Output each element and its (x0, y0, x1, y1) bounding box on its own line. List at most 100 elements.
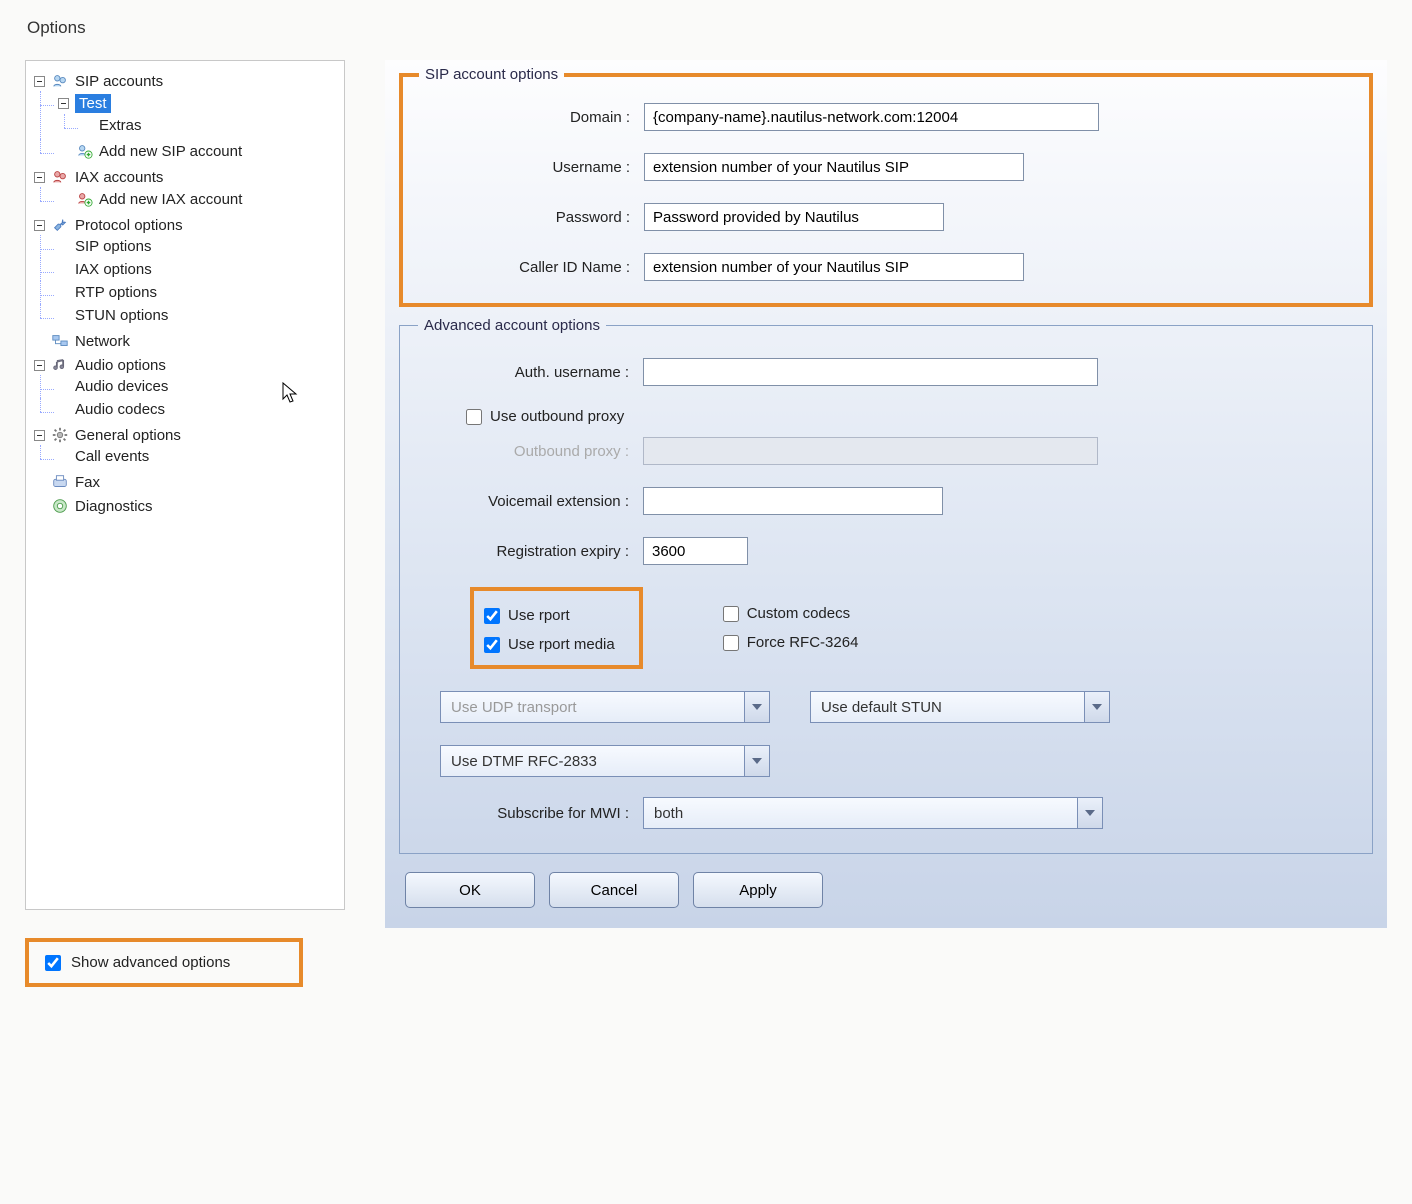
show-advanced-box: Show advanced options (25, 938, 303, 987)
tree-iax-options[interactable]: IAX options (56, 260, 338, 279)
tree-network[interactable]: Network (32, 331, 338, 351)
tree-label: General options (75, 427, 181, 444)
tree-label: Network (75, 333, 130, 350)
tree-add-sip[interactable]: Add new SIP account (56, 141, 338, 161)
tree-label: Add new IAX account (99, 191, 242, 208)
fax-icon (51, 473, 69, 491)
tree-protocol-options[interactable]: Protocol options (32, 215, 338, 235)
tree-sip-options[interactable]: SIP options (56, 237, 338, 256)
network-icon (51, 332, 69, 350)
use-outbound-proxy-checkbox[interactable] (466, 409, 482, 425)
use-rport-media-checkbox[interactable] (484, 637, 500, 653)
custom-codecs-checkbox[interactable] (723, 606, 739, 622)
collapse-icon[interactable] (58, 98, 69, 109)
tree-diagnostics[interactable]: Diagnostics (32, 496, 338, 516)
gear-icon (51, 426, 69, 444)
tree-general-options[interactable]: General options (32, 425, 338, 445)
dtmf-select-value: Use DTMF RFC-2833 (440, 745, 770, 777)
tree-label: Call events (75, 448, 149, 465)
sip-account-options-box: SIP account options Domain : Username : … (399, 66, 1373, 307)
outbound-proxy-label: Outbound proxy : (418, 443, 643, 460)
tree-test[interactable]: Test (56, 93, 338, 114)
tree-fax[interactable]: Fax (32, 472, 338, 492)
tree-label: RTP options (75, 284, 157, 301)
subscribe-mwi-value: both (643, 797, 1103, 829)
password-input[interactable] (644, 203, 944, 231)
collapse-icon[interactable] (34, 76, 45, 87)
force-rfc-checkbox[interactable] (723, 635, 739, 651)
tree-label: Audio codecs (75, 401, 165, 418)
collapse-icon[interactable] (34, 430, 45, 441)
nav-tree-panel: SIP accounts Test (25, 60, 345, 910)
chevron-down-icon[interactable] (1084, 691, 1110, 723)
use-rport-label: Use rport (508, 607, 570, 624)
domain-input[interactable] (644, 103, 1099, 131)
tree-label: SIP accounts (75, 73, 163, 90)
chevron-down-icon[interactable] (744, 691, 770, 723)
transport-select[interactable]: Use UDP transport (440, 691, 770, 723)
ok-button[interactable]: OK (405, 872, 535, 908)
use-rport-checkbox[interactable] (484, 608, 500, 624)
chevron-down-icon[interactable] (1077, 797, 1103, 829)
tree-rtp-options[interactable]: RTP options (56, 283, 338, 302)
tree-audio-options[interactable]: Audio options (32, 355, 338, 375)
callerid-input[interactable] (644, 253, 1024, 281)
show-advanced-checkbox[interactable] (45, 955, 61, 971)
collapse-icon[interactable] (34, 360, 45, 371)
users-icon (51, 72, 69, 90)
callerid-label: Caller ID Name : (419, 259, 644, 276)
collapse-icon[interactable] (34, 220, 45, 231)
tree-label: Audio devices (75, 378, 168, 395)
tree-stun-options[interactable]: STUN options (56, 306, 338, 325)
collapse-icon[interactable] (34, 172, 45, 183)
tree-label-selected: Test (75, 94, 111, 113)
subscribe-mwi-select[interactable]: both (643, 797, 1103, 829)
button-row: OK Cancel Apply (405, 872, 1373, 908)
stun-select[interactable]: Use default STUN (810, 691, 1110, 723)
tree-label: Diagnostics (75, 498, 153, 515)
transport-select-value: Use UDP transport (440, 691, 770, 723)
tree-label: Fax (75, 474, 100, 491)
subscribe-mwi-label: Subscribe for MWI : (418, 805, 643, 822)
tree-label: Extras (99, 117, 142, 134)
custom-codecs-label: Custom codecs (747, 605, 850, 622)
username-label: Username : (419, 159, 644, 176)
tree-iax-accounts[interactable]: IAX accounts (32, 167, 338, 187)
rport-highlight-box: Use rport Use rport media (470, 587, 643, 669)
username-input[interactable] (644, 153, 1024, 181)
tree-add-iax[interactable]: Add new IAX account (56, 189, 338, 209)
cancel-button[interactable]: Cancel (549, 872, 679, 908)
tree-label: Protocol options (75, 217, 183, 234)
tree-audio-devices[interactable]: Audio devices (56, 377, 338, 396)
outbound-proxy-input (643, 437, 1098, 465)
add-user-red-icon (75, 190, 93, 208)
force-rfc-label: Force RFC-3264 (747, 634, 859, 651)
tree-label: STUN options (75, 307, 168, 324)
tree-extras[interactable]: Extras (80, 116, 338, 135)
voicemail-ext-input[interactable] (643, 487, 943, 515)
tree-label: SIP options (75, 238, 151, 255)
stun-select-value: Use default STUN (810, 691, 1110, 723)
advanced-legend: Advanced account options (418, 317, 606, 334)
use-outbound-proxy-label: Use outbound proxy (490, 408, 624, 425)
tree-label: IAX options (75, 261, 152, 278)
tree-label: Audio options (75, 357, 166, 374)
reg-expiry-input[interactable] (643, 537, 748, 565)
sip-legend: SIP account options (419, 66, 564, 83)
apply-button[interactable]: Apply (693, 872, 823, 908)
advanced-account-options-box: Advanced account options Auth. username … (399, 317, 1373, 854)
dtmf-select[interactable]: Use DTMF RFC-2833 (440, 745, 770, 777)
tree-call-events[interactable]: Call events (56, 447, 338, 466)
voicemail-ext-label: Voicemail extension : (418, 493, 643, 510)
tree-sip-accounts[interactable]: SIP accounts (32, 71, 338, 91)
chevron-down-icon[interactable] (744, 745, 770, 777)
auth-username-label: Auth. username : (418, 364, 643, 381)
use-rport-media-label: Use rport media (508, 636, 615, 653)
window-title: Options (27, 18, 1387, 38)
diagnostics-icon (51, 497, 69, 515)
auth-username-input[interactable] (643, 358, 1098, 386)
wrench-icon (51, 216, 69, 234)
tree-audio-codecs[interactable]: Audio codecs (56, 400, 338, 419)
password-label: Password : (419, 209, 644, 226)
show-advanced-label: Show advanced options (71, 954, 230, 971)
